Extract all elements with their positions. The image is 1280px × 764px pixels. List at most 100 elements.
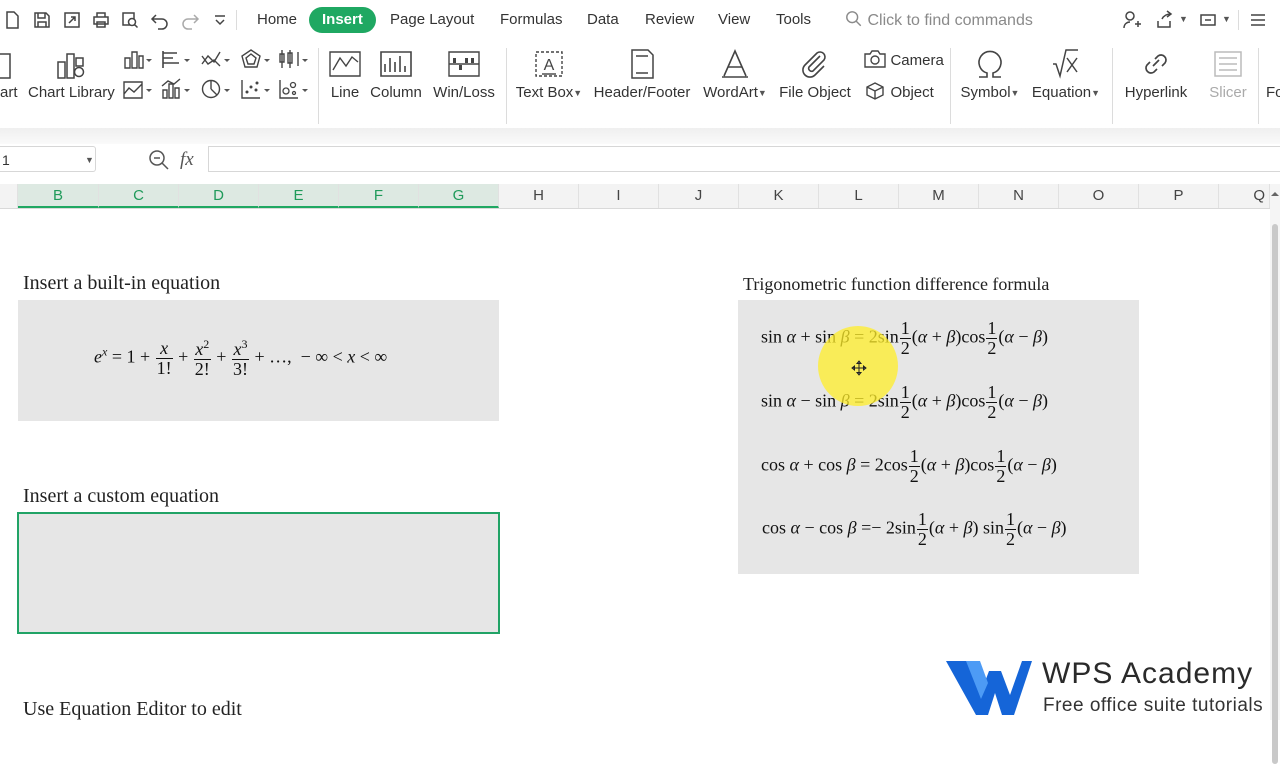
vertical-scrollbar[interactable] bbox=[1270, 184, 1280, 764]
undo-icon[interactable] bbox=[150, 10, 170, 30]
trig-formula-title: Trigonometric function difference formul… bbox=[743, 274, 1050, 294]
column-header-l[interactable]: L bbox=[819, 184, 899, 208]
move-cursor-icon bbox=[851, 360, 867, 376]
add-user-icon[interactable] bbox=[1122, 10, 1142, 30]
tab-insert[interactable]: Insert bbox=[309, 7, 376, 33]
collaborate-icon[interactable] bbox=[1198, 10, 1218, 30]
tab-tools[interactable]: Tools bbox=[776, 10, 811, 30]
header-footer-icon bbox=[631, 49, 654, 79]
equation-chevron-down-icon[interactable]: ▼ bbox=[1091, 88, 1100, 98]
pie-chart-icon[interactable] bbox=[200, 78, 230, 100]
print-preview-icon[interactable] bbox=[120, 10, 140, 30]
form-button-label[interactable]: Fo bbox=[1266, 84, 1280, 101]
bubble-chart-icon[interactable] bbox=[278, 78, 308, 100]
hyperlink-button[interactable]: Hyperlink bbox=[1120, 48, 1192, 101]
tab-page-layout[interactable]: Page Layout bbox=[390, 10, 474, 30]
column-header-o[interactable]: O bbox=[1059, 184, 1139, 208]
radar-chart-icon[interactable] bbox=[240, 48, 270, 70]
command-search[interactable]: Click to find commands bbox=[845, 10, 1033, 31]
name-box-chevron-down-icon[interactable]: ▼ bbox=[85, 147, 94, 173]
share-icon[interactable] bbox=[1154, 10, 1174, 30]
tab-home[interactable]: Home bbox=[257, 10, 297, 30]
scatter-chart-icon[interactable] bbox=[240, 78, 270, 100]
equation-label: Equation bbox=[1031, 84, 1092, 101]
symbol-button[interactable]: Symbol▼ bbox=[956, 48, 1024, 101]
export-pdf-icon[interactable] bbox=[62, 10, 82, 30]
tab-data[interactable]: Data bbox=[587, 10, 619, 30]
wordart-icon bbox=[722, 49, 748, 78]
hyperlink-label: Hyperlink bbox=[1124, 84, 1188, 101]
chart-library-button[interactable]: Chart Library bbox=[28, 48, 115, 101]
builtin-equation-object[interactable]: ex = 1 + x 1! + x2 2! + x3 3! + …, − ∞ < x … bbox=[18, 300, 499, 421]
tab-review[interactable]: Review bbox=[645, 10, 694, 30]
column-header-f[interactable]: F bbox=[339, 184, 419, 208]
name-box-value: 1 bbox=[2, 152, 10, 168]
chart-icon[interactable] bbox=[0, 48, 12, 80]
custom-equation-object-selected[interactable] bbox=[17, 512, 500, 634]
column-header-d[interactable]: D bbox=[179, 184, 259, 208]
column-header-q[interactable]: Q bbox=[1219, 184, 1270, 208]
omega-symbol-icon bbox=[978, 50, 1002, 78]
symbol-chevron-down-icon[interactable]: ▼ bbox=[1011, 88, 1020, 98]
column-header-m[interactable]: M bbox=[899, 184, 979, 208]
column-chart-icon[interactable] bbox=[122, 48, 152, 70]
combo-chart-icon[interactable] bbox=[160, 78, 190, 100]
share-chevron-down-icon[interactable]: ▼ bbox=[1179, 14, 1188, 24]
new-file-icon[interactable] bbox=[2, 10, 22, 30]
tab-formulas[interactable]: Formulas bbox=[500, 10, 563, 30]
text-box-chevron-down-icon[interactable]: ▼ bbox=[573, 88, 582, 98]
redo-icon[interactable] bbox=[180, 10, 200, 30]
sum-of-cosines-formula: cos α + cos β = 2cos 1 2 (α + β)cos 1 2 (α − β… bbox=[761, 446, 1057, 486]
column-header-b[interactable]: B bbox=[18, 184, 99, 208]
file-object-button[interactable]: File Object bbox=[776, 48, 854, 101]
bar-chart-icon[interactable] bbox=[160, 48, 190, 70]
save-icon[interactable] bbox=[32, 10, 52, 30]
slicer-icon bbox=[1214, 51, 1242, 77]
ribbon-insert: art Chart Library Line Column Win/Loss A… bbox=[0, 40, 1280, 128]
equation-button[interactable]: Equation▼ bbox=[1030, 48, 1102, 101]
line-chart-icon[interactable] bbox=[200, 48, 230, 70]
winloss-sparkline-button[interactable]: Win/Loss bbox=[430, 48, 498, 101]
chart-button-label[interactable]: art bbox=[0, 84, 18, 101]
column-header-e[interactable]: E bbox=[259, 184, 339, 208]
column-header-partial[interactable] bbox=[0, 184, 18, 208]
column-header-k[interactable]: K bbox=[739, 184, 819, 208]
column-header-h[interactable]: H bbox=[499, 184, 579, 208]
tab-view[interactable]: View bbox=[718, 10, 750, 30]
slicer-button[interactable]: Slicer bbox=[1204, 48, 1252, 101]
scrollbar-thumb[interactable] bbox=[1272, 224, 1278, 764]
collaborate-chevron-down-icon[interactable]: ▼ bbox=[1222, 14, 1231, 24]
exponential-series-equation: ex = 1 + x 1! + x2 2! + x3 3! + …, − ∞ < x … bbox=[94, 337, 388, 379]
stock-chart-icon[interactable] bbox=[278, 48, 308, 70]
line-sparkline-label: Line bbox=[330, 84, 360, 101]
more-options-icon[interactable] bbox=[1248, 10, 1268, 30]
customize-chevron-down-icon[interactable] bbox=[210, 10, 230, 30]
header-footer-button[interactable]: Header/Footer bbox=[592, 48, 692, 101]
print-icon[interactable] bbox=[91, 10, 111, 30]
column-header-i[interactable]: I bbox=[579, 184, 659, 208]
line-sparkline-icon bbox=[329, 51, 361, 77]
column-sparkline-button[interactable]: Column bbox=[368, 48, 424, 101]
column-header-g[interactable]: G bbox=[419, 184, 499, 208]
column-header-p[interactable]: P bbox=[1139, 184, 1219, 208]
zoom-icon[interactable] bbox=[148, 149, 170, 171]
formula-input[interactable] bbox=[208, 146, 1280, 172]
column-header-j[interactable]: J bbox=[659, 184, 739, 208]
wordart-chevron-down-icon[interactable]: ▼ bbox=[758, 88, 767, 98]
line-sparkline-button[interactable]: Line bbox=[326, 48, 364, 101]
column-header-c[interactable]: C bbox=[99, 184, 179, 208]
object-button[interactable]: Object bbox=[864, 82, 934, 102]
name-box[interactable]: 1 ▼ bbox=[0, 146, 96, 172]
wordart-button[interactable]: WordArt▼ bbox=[700, 48, 770, 101]
text-box-button[interactable]: A Text Box▼ bbox=[514, 48, 584, 101]
trig-formula-object[interactable]: sin α + sin β = 2sin12(α + β)cos12(α − β… bbox=[738, 300, 1139, 574]
difference-of-sines-formula: sin α − sin β = 2sin12(α + β)cos12(α − β… bbox=[761, 382, 1048, 422]
column-header-n[interactable]: N bbox=[979, 184, 1059, 208]
insert-function-fx-icon[interactable]: fx bbox=[180, 149, 194, 171]
camera-icon bbox=[864, 50, 886, 68]
area-chart-icon[interactable] bbox=[122, 78, 152, 100]
divider bbox=[950, 48, 951, 124]
camera-button[interactable]: Camera bbox=[864, 50, 944, 70]
custom-equation-title: Insert a custom equation bbox=[23, 485, 220, 507]
scroll-up-icon[interactable] bbox=[1271, 190, 1279, 198]
